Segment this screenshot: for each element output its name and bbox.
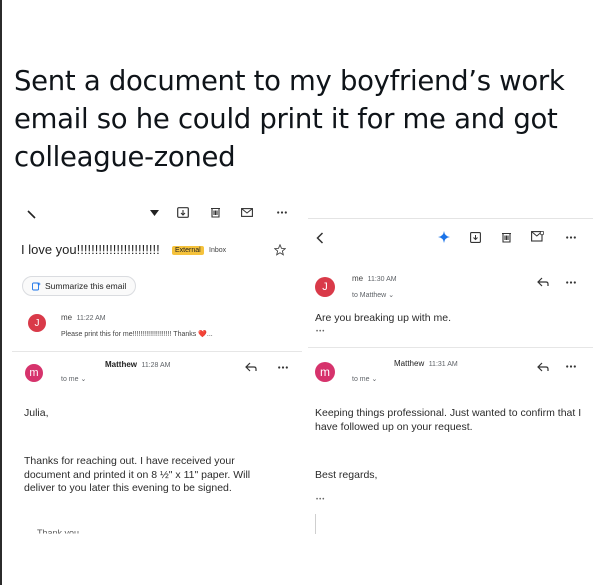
greeting-text: Julia, bbox=[24, 407, 49, 419]
timestamp: 11:31 AM bbox=[428, 361, 458, 368]
sender-label: Matthew bbox=[394, 359, 425, 368]
more-dots-icon[interactable] bbox=[566, 236, 576, 239]
avatar: m bbox=[25, 364, 43, 382]
text-cursor bbox=[315, 514, 316, 534]
summarize-label: Summarize this email bbox=[45, 281, 127, 291]
left-email-screenshot: I love you!!!!!!!!!!!!!!!!!!!!!!! Extern… bbox=[12, 198, 302, 583]
recipient-label: to me bbox=[352, 376, 370, 383]
archive-icon[interactable] bbox=[177, 207, 189, 218]
mark-unread-icon[interactable] bbox=[241, 208, 253, 217]
closing-text: Thank you bbox=[37, 528, 80, 538]
reply-icon[interactable] bbox=[245, 362, 257, 372]
more-dots-icon[interactable] bbox=[566, 281, 576, 284]
recipients-dropdown[interactable]: to me ⌄ bbox=[61, 375, 86, 383]
sender-name: Matthew 11:28 AM bbox=[105, 360, 171, 369]
more-dots-icon[interactable] bbox=[566, 365, 576, 368]
recipient-label: to Matthew bbox=[352, 292, 387, 299]
email-body: Thanks for reaching out. I have received… bbox=[24, 455, 251, 494]
right-email-screenshot: J me 11:30 AM to Matthew ⌄ Are you break… bbox=[308, 218, 593, 583]
email-body: Keeping things professional. Just wanted… bbox=[315, 407, 582, 433]
trash-icon[interactable] bbox=[501, 232, 512, 243]
sender-label: Matthew bbox=[105, 360, 137, 369]
chevron-down-icon: ⌄ bbox=[80, 376, 87, 383]
left-border bbox=[0, 0, 2, 585]
avatar: J bbox=[28, 314, 46, 332]
recipient-label: to me bbox=[61, 376, 79, 383]
archive-icon[interactable] bbox=[470, 232, 481, 243]
divider bbox=[12, 351, 302, 352]
back-arrow-icon[interactable] bbox=[316, 232, 324, 244]
caret-down-icon[interactable] bbox=[150, 210, 159, 217]
star-icon[interactable] bbox=[274, 244, 286, 256]
post-caption: Sent a document to my boyfriend’s work e… bbox=[14, 65, 565, 173]
timestamp: 11:22 AM bbox=[76, 315, 106, 322]
gemini-sparkle-icon[interactable] bbox=[438, 231, 450, 243]
chevron-down-icon: ⌄ bbox=[371, 376, 378, 383]
chevron-down-icon: ⌄ bbox=[388, 292, 395, 299]
divider bbox=[308, 347, 593, 348]
mark-unread-icon[interactable] bbox=[531, 231, 544, 242]
sender-name: Matthew 11:31 AM bbox=[394, 359, 458, 368]
recipients-dropdown[interactable]: to Matthew ⌄ bbox=[352, 291, 394, 299]
reply-icon[interactable] bbox=[537, 277, 549, 287]
sender-label: me bbox=[352, 274, 364, 283]
external-label: External bbox=[172, 246, 204, 255]
sender-name: me 11:22 AM bbox=[61, 313, 106, 322]
sender-name: me 11:30 AM bbox=[352, 274, 397, 283]
back-arrow-icon[interactable] bbox=[27, 210, 36, 219]
more-dots-icon[interactable] bbox=[277, 211, 287, 214]
timestamp: 11:30 AM bbox=[367, 276, 397, 283]
show-trimmed-content-button[interactable]: ••• bbox=[316, 329, 325, 335]
sender-label: me bbox=[61, 313, 73, 322]
timestamp: 11:28 AM bbox=[141, 362, 171, 369]
avatar: m bbox=[315, 362, 335, 382]
more-dots-icon[interactable] bbox=[278, 366, 288, 369]
message-text: Are you breaking up with me. bbox=[315, 312, 451, 324]
email-subject: I love you!!!!!!!!!!!!!!!!!!!!!!! bbox=[21, 242, 160, 257]
gemini-sparkle-icon bbox=[32, 281, 41, 291]
show-trimmed-content-button[interactable]: ••• bbox=[316, 497, 325, 503]
recipients-dropdown[interactable]: to me ⌄ bbox=[352, 375, 377, 383]
trash-icon[interactable] bbox=[210, 207, 221, 218]
inbox-label[interactable]: Inbox bbox=[209, 247, 226, 254]
message-snippet[interactable]: Please print this for me!!!!!!!!!!!!!!!!… bbox=[61, 330, 213, 338]
avatar: J bbox=[315, 277, 335, 297]
summarize-button[interactable]: Summarize this email bbox=[22, 276, 137, 296]
closing-text: Best regards, bbox=[315, 469, 378, 481]
reply-icon[interactable] bbox=[537, 362, 549, 372]
